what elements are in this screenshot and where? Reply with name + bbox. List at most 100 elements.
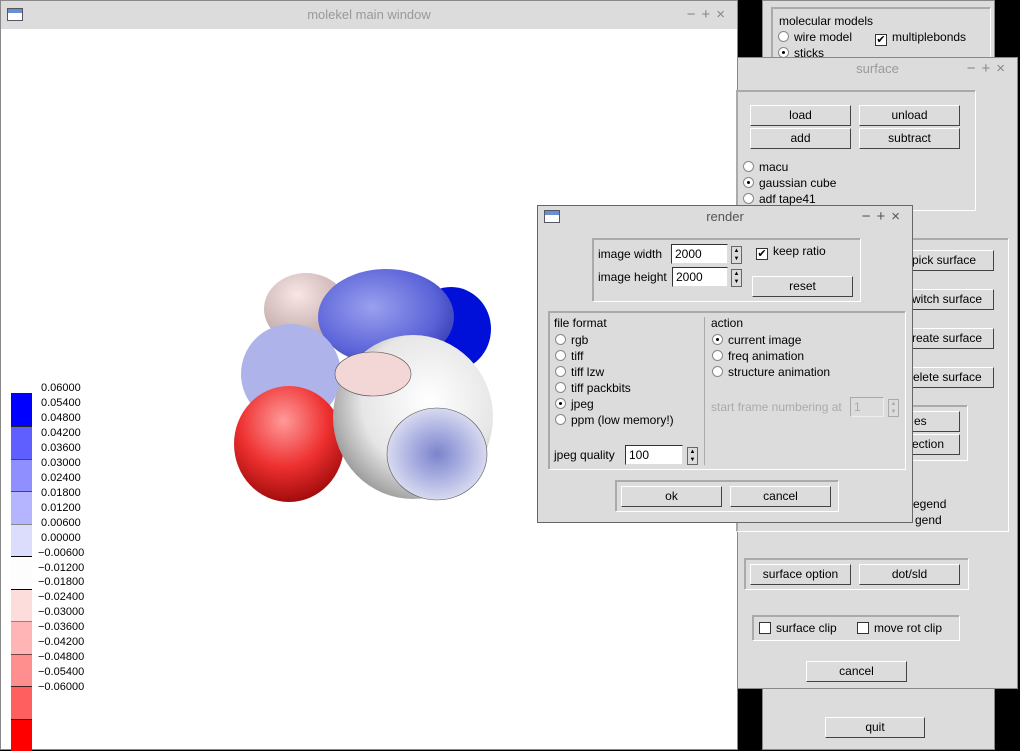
checkmark-icon: ✔ bbox=[756, 248, 768, 260]
radio-gaussian-cube[interactable]: gaussian cube bbox=[743, 176, 836, 190]
image-height-input[interactable]: 2000 bbox=[672, 267, 728, 287]
checkbox-move-rot-clip[interactable]: move rot clip bbox=[857, 621, 942, 635]
radio-tiff-lzw[interactable]: tiff lzw bbox=[555, 365, 604, 379]
dot-sld-button[interactable]: dot/sld bbox=[859, 564, 960, 585]
legend-label: −0.04200 bbox=[38, 636, 85, 649]
surface-sphere-red bbox=[234, 386, 344, 502]
action-label: action bbox=[711, 316, 744, 330]
window-menu-icon[interactable] bbox=[7, 8, 23, 21]
radio-icon bbox=[743, 161, 754, 172]
legend-swatch bbox=[11, 654, 32, 686]
legend-swatch bbox=[11, 426, 32, 459]
radio-icon bbox=[555, 382, 566, 393]
legend-swatch bbox=[11, 393, 32, 426]
radio-icon bbox=[712, 334, 723, 345]
radio-icon bbox=[555, 366, 566, 377]
surface-contour-pink bbox=[334, 351, 412, 397]
legend-swatch bbox=[11, 459, 32, 491]
minimize-icon[interactable]: − bbox=[862, 208, 877, 225]
radio-icon bbox=[555, 334, 566, 345]
quit-button[interactable]: quit bbox=[825, 717, 925, 738]
legend-label: −0.04800 bbox=[38, 651, 85, 664]
render-titlebar: render −+× bbox=[538, 206, 912, 228]
start-frame-label: start frame numbering at bbox=[711, 400, 842, 414]
radio-current-image[interactable]: current image bbox=[712, 333, 801, 347]
legend-label: −0.05400 bbox=[38, 666, 85, 679]
load-button[interactable]: load bbox=[750, 105, 851, 126]
main-window-titlebar: molekel main window −+× bbox=[1, 1, 737, 29]
radio-jpeg[interactable]: jpeg bbox=[555, 397, 594, 411]
legend-label: 0.01200 bbox=[41, 501, 81, 514]
radio-icon bbox=[712, 366, 723, 377]
close-icon[interactable]: × bbox=[891, 208, 906, 225]
molecular-models-label: molecular models bbox=[777, 14, 876, 28]
radio-icon bbox=[555, 398, 566, 409]
legend-swatch bbox=[11, 589, 32, 621]
legend-option-1[interactable]: egend bbox=[913, 497, 946, 511]
checkmark-icon: ✔ bbox=[875, 34, 887, 46]
checkbox-surface-clip[interactable]: surface clip bbox=[759, 621, 837, 635]
ok-button[interactable]: ok bbox=[621, 486, 722, 507]
image-width-stepper[interactable]: ▲ ▼ bbox=[731, 246, 742, 264]
radio-wire-model[interactable]: wire model bbox=[778, 30, 852, 44]
radio-icon bbox=[555, 414, 566, 425]
legend-label: −0.01800 bbox=[38, 576, 85, 589]
legend-label: 0.06000 bbox=[41, 382, 81, 394]
legend-label: 0.03600 bbox=[41, 441, 81, 454]
reset-button[interactable]: reset bbox=[752, 276, 853, 297]
legend-label: 0.00600 bbox=[41, 516, 81, 529]
maximize-icon[interactable]: + bbox=[876, 208, 891, 225]
legend-swatch bbox=[11, 686, 32, 719]
close-icon[interactable]: × bbox=[716, 6, 731, 23]
legend-swatch bbox=[11, 621, 32, 654]
radio-rgb[interactable]: rgb bbox=[555, 333, 588, 347]
legend-option-2[interactable]: gend bbox=[915, 513, 942, 527]
render-dialog: render −+× image width 2000 ▲ ▼ image hei… bbox=[537, 205, 913, 523]
legend-swatch bbox=[11, 556, 32, 589]
radio-tiff-packbits[interactable]: tiff packbits bbox=[555, 381, 631, 395]
legend-label: 0.03000 bbox=[41, 456, 81, 469]
radio-structure-animation[interactable]: structure animation bbox=[712, 365, 830, 379]
checkbox-multiplebonds[interactable]: ✔ multiplebonds bbox=[875, 30, 966, 46]
radio-freq-animation[interactable]: freq animation bbox=[712, 349, 804, 363]
radio-tiff[interactable]: tiff bbox=[555, 349, 583, 363]
jpeg-quality-stepper[interactable]: ▲ ▼ bbox=[687, 447, 698, 465]
legend-label: −0.00600 bbox=[38, 546, 85, 559]
legend-label: 0.05400 bbox=[41, 396, 81, 409]
image-height-stepper[interactable]: ▲ ▼ bbox=[731, 269, 742, 287]
minimize-icon[interactable]: − bbox=[967, 60, 982, 77]
start-frame-stepper: ▲ ▼ bbox=[888, 399, 899, 417]
subtract-button[interactable]: subtract bbox=[859, 128, 960, 149]
surface-title: surface bbox=[856, 61, 899, 76]
image-width-label: image width bbox=[598, 247, 663, 261]
legend-label: −0.02400 bbox=[38, 591, 85, 604]
radio-icon bbox=[743, 193, 754, 204]
group-divider bbox=[704, 317, 705, 465]
cancel-button[interactable]: cancel bbox=[730, 486, 831, 507]
radio-icon bbox=[743, 177, 754, 188]
surface-cancel-button[interactable]: cancel bbox=[806, 661, 907, 682]
radio-ppm-low-memory[interactable]: ppm (low memory!) bbox=[555, 413, 674, 427]
window-menu-icon[interactable] bbox=[544, 210, 560, 223]
maximize-icon[interactable]: + bbox=[701, 6, 716, 23]
image-width-input[interactable]: 2000 bbox=[671, 244, 728, 264]
legend-label: 0.04200 bbox=[41, 426, 81, 439]
legend-label: 0.04800 bbox=[41, 411, 81, 424]
surface-contour-center bbox=[386, 407, 488, 501]
checkbox-keep-ratio[interactable]: ✔ keep ratio bbox=[756, 244, 826, 260]
checkbox-icon bbox=[759, 622, 771, 634]
start-frame-input: 1 bbox=[850, 397, 884, 417]
legend-label: −0.01200 bbox=[38, 561, 85, 574]
minimize-icon[interactable]: − bbox=[687, 6, 702, 23]
close-icon[interactable]: × bbox=[996, 60, 1011, 77]
radio-adf-tape41[interactable]: adf tape41 bbox=[743, 192, 816, 206]
radio-macu[interactable]: macu bbox=[743, 160, 788, 174]
unload-button[interactable]: unload bbox=[859, 105, 960, 126]
radio-icon bbox=[555, 350, 566, 361]
surface-option-button[interactable]: surface option bbox=[750, 564, 851, 585]
jpeg-quality-input[interactable]: 100 bbox=[625, 445, 683, 465]
legend-label: 0.00000 bbox=[41, 531, 81, 544]
add-button[interactable]: add bbox=[750, 128, 851, 149]
maximize-icon[interactable]: + bbox=[981, 60, 996, 77]
legend-label: 0.01800 bbox=[41, 486, 81, 499]
